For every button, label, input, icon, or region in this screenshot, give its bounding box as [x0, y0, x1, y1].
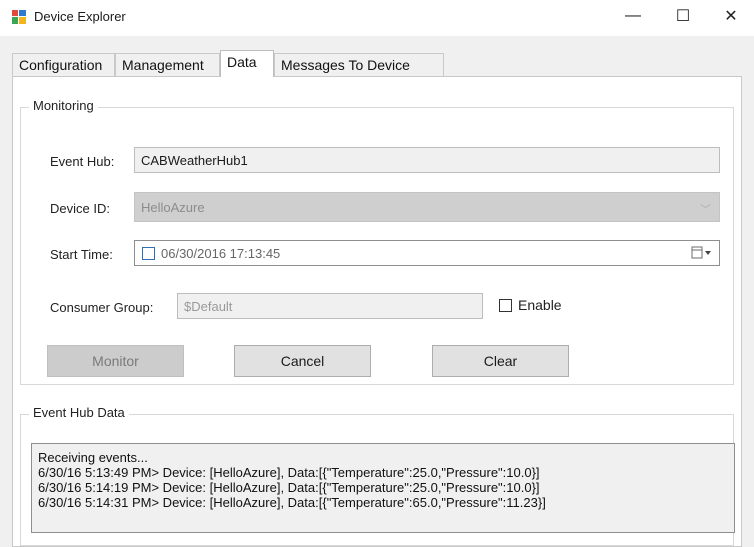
log-line: Receiving events...	[38, 450, 148, 465]
event-hub-data-legend: Event Hub Data	[29, 405, 129, 420]
tab-configuration[interactable]: Configuration	[12, 53, 115, 76]
cancel-button[interactable]: Cancel	[234, 345, 371, 377]
clear-button[interactable]: Clear	[432, 345, 569, 377]
log-line: 6/30/16 5:14:31 PM> Device: [HelloAzure]…	[38, 495, 546, 510]
tab-data[interactable]: Data	[220, 50, 274, 77]
maximize-button[interactable]: ☐	[660, 0, 706, 32]
log-line: 6/30/16 5:14:19 PM> Device: [HelloAzure]…	[38, 480, 540, 495]
client-area: Configuration Management Data Messages T…	[0, 36, 754, 547]
event-log-textbox[interactable]: Receiving events... 6/30/16 5:13:49 PM> …	[31, 443, 735, 533]
device-explorer-icon	[12, 10, 26, 24]
event-hub-data-group: Event Hub Data Receiving events... 6/30/…	[20, 405, 735, 546]
device-id-combo[interactable]: HelloAzure ﹀	[134, 192, 720, 222]
monitoring-group: Monitoring Event Hub: CABWeatherHub1 Dev…	[20, 98, 734, 385]
maximize-icon: ☐	[675, 8, 691, 25]
event-hub-label: Event Hub:	[50, 154, 115, 169]
calendar-dropdown-icon[interactable]	[691, 246, 713, 260]
start-time-picker[interactable]: 06/30/2016 17:13:45	[134, 240, 720, 266]
start-time-value: 06/30/2016 17:13:45	[161, 246, 281, 261]
tab-management[interactable]: Management	[115, 53, 220, 76]
start-time-checkbox[interactable]	[142, 247, 155, 260]
minimize-button[interactable]: —	[610, 0, 656, 32]
enable-checkbox[interactable]	[499, 299, 512, 312]
chevron-down-icon: ﹀	[700, 204, 711, 216]
start-time-label: Start Time:	[50, 247, 113, 262]
tab-messages-to-device[interactable]: Messages To Device	[274, 53, 444, 76]
close-button[interactable]: ✕	[708, 0, 754, 32]
monitoring-legend: Monitoring	[29, 98, 98, 113]
log-line: 6/30/16 5:13:49 PM> Device: [HelloAzure]…	[38, 465, 540, 480]
consumer-group-label: Consumer Group:	[50, 300, 154, 315]
event-hub-field[interactable]: CABWeatherHub1	[134, 147, 720, 173]
consumer-group-field[interactable]: $Default	[177, 293, 483, 319]
device-id-value: HelloAzure	[141, 200, 205, 215]
data-tab-page: Monitoring Event Hub: CABWeatherHub1 Dev…	[12, 76, 742, 547]
minimize-icon: —	[625, 7, 641, 24]
enable-label: Enable	[518, 297, 562, 313]
close-icon: ✕	[724, 8, 738, 25]
window-title: Device Explorer	[34, 9, 126, 24]
title-bar: Device Explorer — ☐ ✕	[0, 0, 754, 36]
device-id-label: Device ID:	[50, 201, 110, 216]
monitor-button[interactable]: Monitor	[47, 345, 184, 377]
